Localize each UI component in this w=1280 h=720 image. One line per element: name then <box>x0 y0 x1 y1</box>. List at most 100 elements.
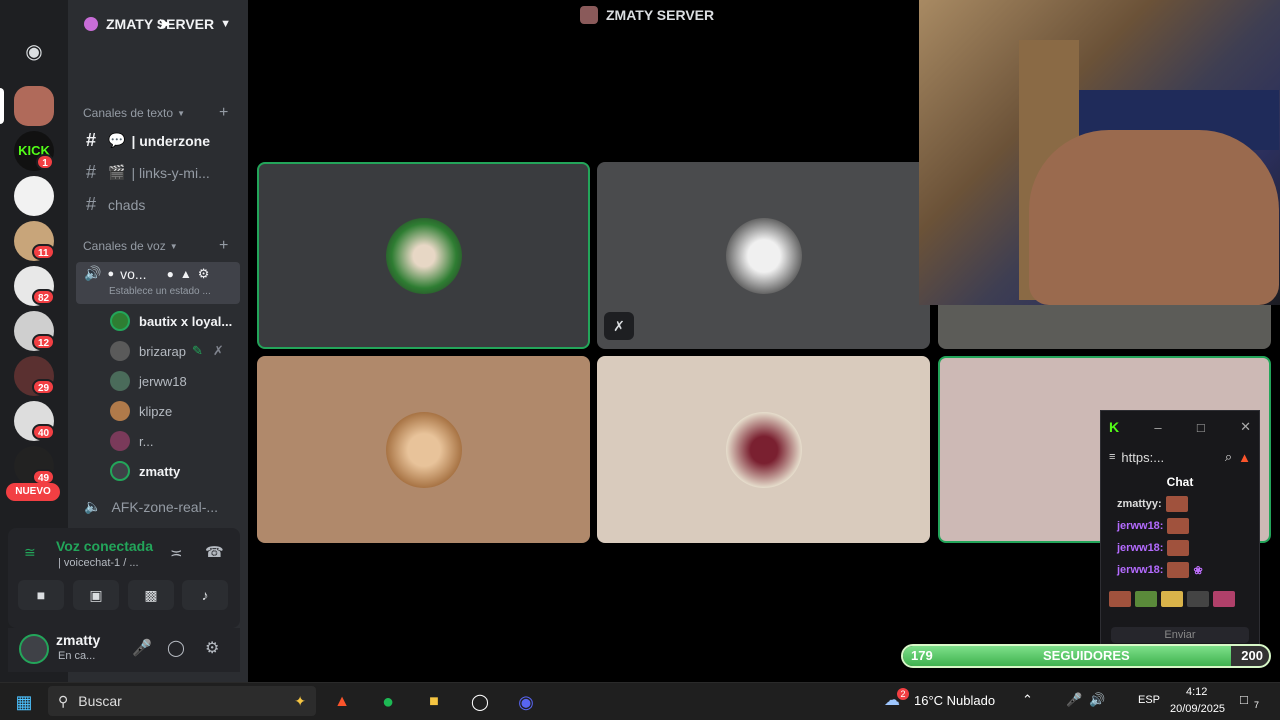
user-name[interactable]: zmatty <box>56 632 100 648</box>
discord-taskbar-icon[interactable]: ◉ <box>512 688 540 716</box>
emote-icon[interactable] <box>1135 591 1157 607</box>
kick-popup-window[interactable]: K – □ ✕ ≡ https:... ⌕ ▲ Chat zmattyy: je… <box>1100 410 1260 650</box>
chat-bubble-icon[interactable]: ● <box>167 267 174 281</box>
signal-icon[interactable]: ≅ <box>24 544 36 561</box>
brave-browser-icon[interactable]: ▲ <box>328 688 356 716</box>
spotify-icon[interactable]: ● <box>374 688 402 716</box>
voice-connected-channel[interactable]: | voicechat-1 / ... <box>58 557 139 569</box>
followers-current: 179 <box>911 648 933 663</box>
activity-button[interactable]: ▩ <box>128 580 174 610</box>
bulb-icon: ● <box>107 267 115 280</box>
member-bautix[interactable]: bautix x loyal... <box>110 311 232 331</box>
camera-off-button[interactable]: ■ <box>18 580 64 610</box>
chevron-up-icon[interactable]: ⌃ <box>1022 692 1033 708</box>
avatar <box>385 411 462 488</box>
obs-icon[interactable]: ◯ <box>466 688 494 716</box>
voice-channel-title[interactable]: 🔊 ● vo... ● ▲ ⚙ <box>84 265 209 282</box>
video-tile[interactable] <box>257 356 590 543</box>
avatar <box>110 461 130 481</box>
member-klipze[interactable]: klipze <box>110 401 172 421</box>
emote-icon[interactable] <box>1161 591 1183 607</box>
category-label: Canales de texto <box>83 106 174 120</box>
taskbar-search[interactable]: ⚲ Buscar ✦ <box>48 686 316 716</box>
emote-icon[interactable] <box>1213 591 1235 607</box>
member-name: r... <box>139 433 154 449</box>
video-tile[interactable] <box>938 305 1271 349</box>
new-badge[interactable]: NUEVO <box>6 483 60 501</box>
member-brizarap[interactable]: brizarap ✎ ✗ <box>110 341 224 361</box>
emote-icon <box>1167 562 1190 578</box>
member-r[interactable]: r... <box>110 431 153 451</box>
discord-home-icon[interactable]: ◉ <box>14 32 54 72</box>
close-icon[interactable]: ✕ <box>1240 419 1251 435</box>
maximize-icon[interactable]: □ <box>1197 420 1205 435</box>
add-member-icon[interactable]: ▲ <box>180 267 192 281</box>
soundboard-button[interactable]: ♪ <box>182 580 228 610</box>
chat-username[interactable]: jerww18: <box>1117 520 1163 532</box>
chat-username[interactable]: jerww18: <box>1117 542 1163 554</box>
send-button[interactable]: Enviar <box>1111 627 1249 643</box>
unread-badge: 12 <box>32 334 56 350</box>
unread-badge: 29 <box>32 379 56 395</box>
channel-chads[interactable]: # chads <box>84 194 145 215</box>
emote-icon[interactable] <box>1187 591 1209 607</box>
server-icon[interactable] <box>14 86 54 126</box>
disconnect-icon[interactable]: ☎ <box>205 543 224 561</box>
video-tile[interactable] <box>597 162 930 349</box>
windows-start-icon[interactable]: ▦ <box>10 688 38 716</box>
gear-icon[interactable]: ⚙ <box>198 266 210 282</box>
site-settings-icon[interactable]: ≡ <box>1109 451 1115 463</box>
volume-icon[interactable]: 🔊 <box>1089 692 1105 708</box>
add-channel-icon[interactable]: + <box>219 104 228 122</box>
brave-shield-icon[interactable]: ▲ <box>1238 450 1251 465</box>
member-name: jerww18 <box>139 373 187 389</box>
notification-icon[interactable]: □ <box>1240 692 1248 707</box>
gear-icon[interactable]: ⚙ <box>205 638 219 658</box>
chat-message: jerww18: ❀ <box>1101 559 1259 581</box>
chat-username[interactable]: zmattyy: <box>1117 498 1162 510</box>
emote-icon <box>1165 496 1188 512</box>
language-indicator[interactable]: ESP <box>1138 694 1160 706</box>
video-tile[interactable] <box>597 356 930 543</box>
noise-suppression-icon[interactable]: ≍ <box>170 544 183 562</box>
channel-label: chads <box>108 196 146 213</box>
screen-share-button[interactable]: ▣ <box>73 580 119 610</box>
kick-address-bar[interactable]: ≡ https:... ⌕ ▲ <box>1101 443 1259 471</box>
kick-url-text[interactable]: https:... <box>1121 450 1164 465</box>
avatar[interactable] <box>19 634 49 664</box>
search-placeholder: Buscar <box>78 693 122 709</box>
video-tile[interactable] <box>257 162 590 349</box>
file-explorer-icon[interactable]: ■ <box>420 688 448 716</box>
channel-afk[interactable]: 🔈 AFK-zone-real-... <box>84 498 218 515</box>
channel-links[interactable]: # 🎬 | links-y-mi... <box>84 162 210 183</box>
category-text-channels[interactable]: Canales de texto ▼ + <box>83 104 228 121</box>
voice-status[interactable]: Establece un estado ... <box>109 286 211 297</box>
channel-underzone[interactable]: # 💬 | underzone <box>84 130 210 151</box>
category-voice-channels[interactable]: Canales de voz ▼ + <box>83 237 228 254</box>
chat-message: zmattyy: <box>1101 493 1259 515</box>
add-channel-icon[interactable]: + <box>219 237 228 255</box>
clock-date[interactable]: 20/09/2025 <box>1170 703 1225 715</box>
chevron-down-icon: ▼ <box>220 18 232 30</box>
member-name: zmatty <box>139 463 181 479</box>
unread-badge: 1 <box>36 154 54 170</box>
zoom-icon[interactable]: ⌕ <box>1225 449 1232 465</box>
minimize-icon[interactable]: – <box>1154 420 1161 435</box>
chat-username[interactable]: jerww18: <box>1117 564 1163 576</box>
member-zmatty[interactable]: zmatty <box>110 461 180 481</box>
server-thumb-icon <box>580 6 598 24</box>
followers-label: SEGUIDORES <box>1043 648 1130 663</box>
voice-connected-label[interactable]: Voz conectada <box>56 538 153 554</box>
microphone-icon[interactable]: 🎤 <box>132 638 152 658</box>
clock-time[interactable]: 4:12 <box>1186 686 1207 698</box>
member-jerww18[interactable]: jerww18 <box>110 371 187 391</box>
emote-icon[interactable] <box>1109 591 1131 607</box>
headphones-icon[interactable]: ◯ <box>167 638 185 658</box>
mic-icon[interactable]: 🎤 <box>1066 692 1082 708</box>
avatar <box>110 371 130 391</box>
server-icon[interactable] <box>14 176 54 216</box>
unread-badge: 40 <box>32 424 56 440</box>
weather-text[interactable]: 16°C Nublado <box>914 693 995 708</box>
main-title-text: ZMATY SERVER <box>606 7 715 23</box>
voice-channel-name: vo... <box>120 265 147 282</box>
